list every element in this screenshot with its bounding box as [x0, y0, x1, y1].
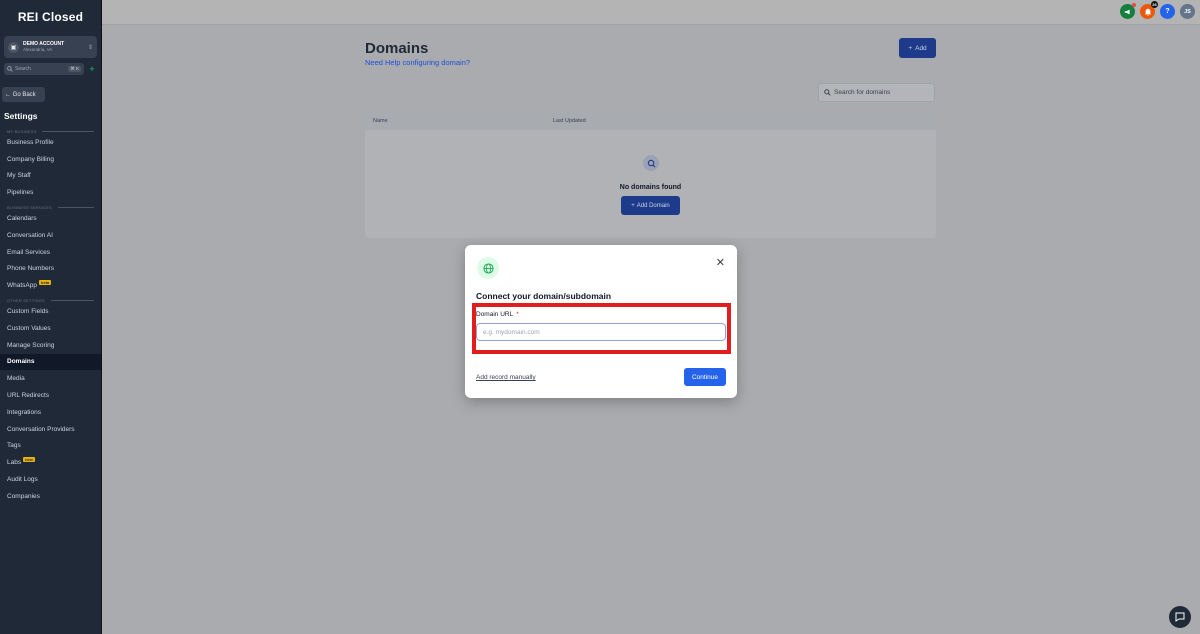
domain-search-input[interactable]: Search for domains	[818, 83, 935, 102]
building-icon: ▣	[8, 41, 19, 53]
chat-icon	[1175, 612, 1185, 622]
sidebar-item-audit-logs[interactable]: Audit Logs	[0, 471, 101, 488]
modal-title: Connect your domain/subdomain	[476, 291, 612, 301]
chat-widget-button[interactable]	[1169, 606, 1191, 628]
column-last-updated: Last Updated	[553, 117, 586, 124]
add-domain-button[interactable]: + Add Domain	[621, 196, 680, 215]
account-switcher[interactable]: ▣ DEMO ACCOUNT Alexandria, VA ⇕	[4, 36, 97, 58]
globe-icon	[477, 257, 499, 279]
new-badge: new	[23, 457, 35, 463]
sidebar-item-custom-values[interactable]: Custom Values	[0, 320, 101, 337]
sidebar-item-conversation-providers[interactable]: Conversation Providers	[0, 421, 101, 438]
notification-count: 26	[1151, 1, 1158, 8]
sidebar-item-email-services[interactable]: Email Services	[0, 244, 101, 261]
sidebar-item-media[interactable]: Media	[0, 370, 101, 387]
search-icon	[824, 89, 831, 96]
sidebar-item-integrations[interactable]: Integrations	[0, 404, 101, 421]
domains-table: Name Last Updated No domains found + Add …	[365, 111, 936, 238]
sidebar-item-business-profile[interactable]: Business Profile	[0, 134, 101, 151]
search-shortcut: ⌘ K	[68, 66, 81, 72]
sidebar-item-labs[interactable]: Labs new	[0, 454, 101, 471]
add-record-manually-link[interactable]: Add record manually	[476, 374, 536, 381]
empty-search-icon	[643, 155, 659, 171]
sidebar-item-manage-scoring[interactable]: Manage Scoring	[0, 337, 101, 354]
sidebar-item-calendars[interactable]: Calendars	[0, 210, 101, 227]
empty-state-text: No domains found	[619, 184, 682, 191]
sidebar-item-companies[interactable]: Companies	[0, 488, 101, 505]
top-bar: 26 ? JS	[102, 0, 1200, 25]
settings-title: Settings	[4, 111, 38, 121]
sidebar-item-phone-numbers[interactable]: Phone Numbers	[0, 261, 101, 278]
table-header: Name Last Updated	[365, 111, 936, 130]
domain-url-input[interactable]	[476, 323, 726, 341]
sidebar-item-domains[interactable]: Domains	[0, 353, 101, 371]
user-avatar[interactable]: JS	[1180, 4, 1195, 19]
bell-icon[interactable]: 26	[1140, 1, 1158, 19]
app-logo: REI Closed	[17, 10, 84, 24]
quick-add-button[interactable]: +	[87, 64, 97, 74]
help-icon[interactable]: ?	[1160, 4, 1175, 19]
sidebar-item-custom-fields[interactable]: Custom Fields	[0, 303, 101, 320]
sidebar-item-my-staff[interactable]: My Staff	[0, 168, 101, 185]
search-icon	[7, 66, 13, 72]
domain-url-label: Domain URL *	[476, 311, 519, 318]
page-title: Domains	[365, 40, 429, 57]
required-mark: *	[516, 311, 519, 318]
connect-domain-modal: ✕ Connect your domain/subdomain Domain U…	[465, 245, 737, 398]
sidebar-item-company-billing[interactable]: Company Billing	[0, 151, 101, 168]
sidebar-item-pipelines[interactable]: Pipelines	[0, 184, 101, 201]
sidebar-item-whatsapp[interactable]: WhatsApp beta	[0, 277, 101, 294]
plus-icon: +	[908, 44, 913, 52]
beta-badge: beta	[39, 280, 52, 286]
column-name: Name	[373, 117, 388, 124]
megaphone-icon[interactable]	[1120, 3, 1136, 19]
plus-icon: +	[631, 202, 635, 209]
sidebar-item-tags[interactable]: Tags	[0, 438, 101, 455]
sidebar-search-placeholder: Search	[15, 66, 31, 72]
chevron-updown-icon: ⇕	[87, 44, 93, 51]
help-configuring-link[interactable]: Need Help configuring domain?	[365, 58, 470, 67]
sidebar-search[interactable]: Search ⌘ K	[4, 63, 84, 75]
continue-button[interactable]: Continue	[684, 368, 726, 386]
sidebar-item-conversation-ai[interactable]: Conversation AI	[0, 227, 101, 244]
sidebar: REI Closed ▣ DEMO ACCOUNT Alexandria, VA…	[0, 0, 102, 634]
account-location: Alexandria, VA	[23, 47, 53, 52]
add-button[interactable]: + Add	[899, 38, 936, 58]
close-icon[interactable]: ✕	[716, 256, 725, 269]
go-back-button[interactable]: ← Go Back	[2, 87, 45, 102]
sidebar-item-url-redirects[interactable]: URL Redirects	[0, 387, 101, 404]
